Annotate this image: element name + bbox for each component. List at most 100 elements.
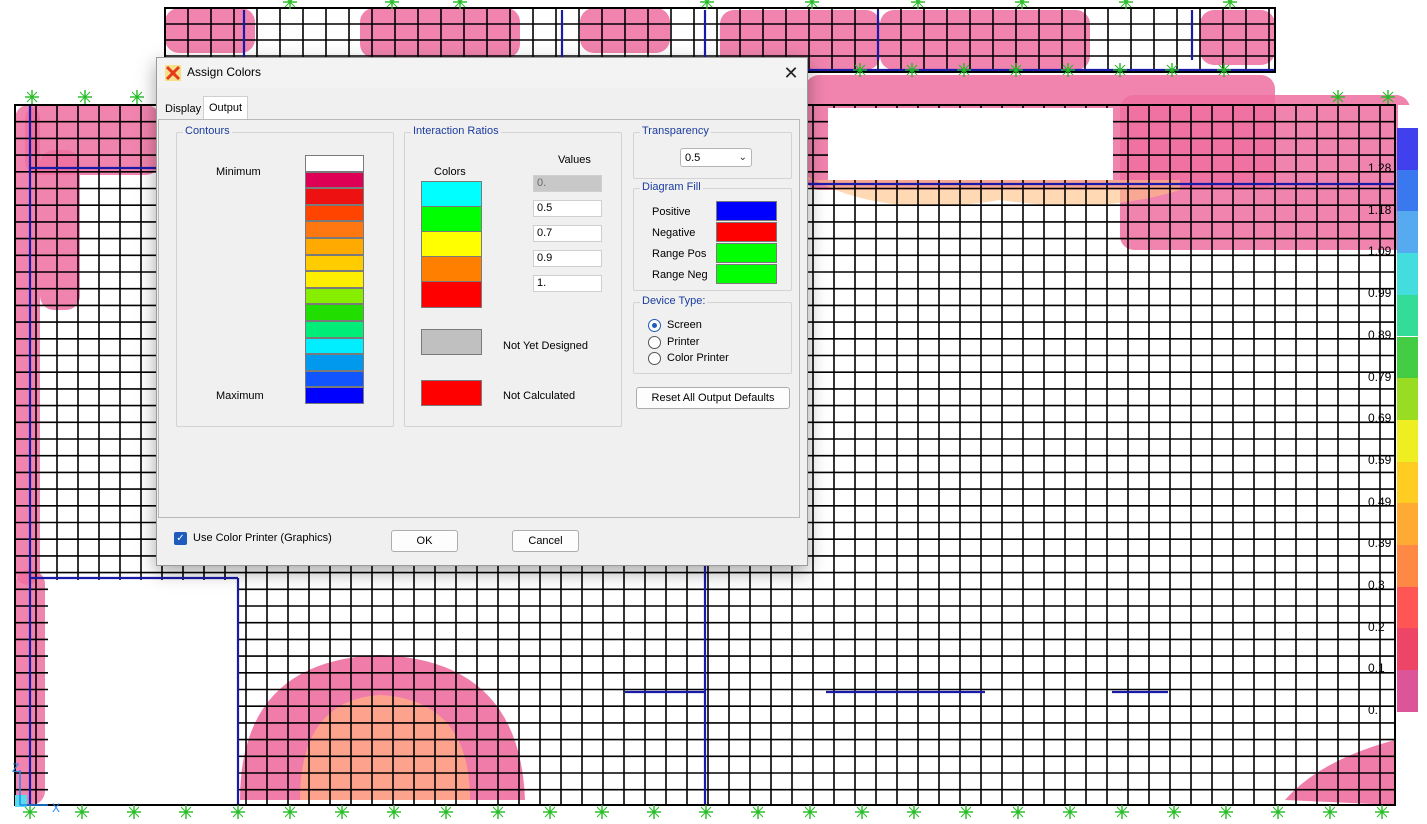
legend-value-label: 0.39	[1368, 536, 1392, 551]
legend-color-band	[1397, 711, 1418, 754]
legend-color-band	[1397, 128, 1418, 170]
legend-value-label: 1.18	[1368, 202, 1392, 217]
diagram-fill-label: Range Neg	[652, 269, 708, 281]
contour-color-swatch[interactable]	[305, 321, 364, 338]
diagram-fill-label: Negative	[652, 227, 696, 239]
diagram-fill-label: Range Pos	[652, 248, 707, 260]
contours-title: Contours	[183, 125, 232, 137]
close-icon[interactable]: ✕	[779, 61, 803, 85]
legend-value-label: 0.79	[1368, 369, 1392, 384]
transparency-value: 0.5	[685, 152, 701, 164]
legend-color-band	[1397, 419, 1418, 462]
diagram-fill-label: Positive	[652, 206, 691, 218]
legend-value-label: 0.89	[1368, 327, 1392, 342]
interaction-color-swatch[interactable]	[421, 206, 482, 233]
contour-color-swatch[interactable]	[305, 254, 364, 272]
interaction-value-field[interactable]: 0.7	[533, 225, 602, 242]
interaction-value-field[interactable]: 0.9	[533, 250, 602, 267]
legend-value-label: 1.09	[1368, 244, 1392, 259]
contours-minimum-label: Minimum	[216, 166, 261, 178]
legend-value-label: 0.1	[1368, 661, 1385, 676]
device-type-radio[interactable]	[648, 319, 661, 332]
legend-color-band	[1397, 336, 1418, 379]
legend-value-label: 0.99	[1368, 286, 1392, 301]
interaction-value-field[interactable]: 1.	[533, 275, 602, 292]
legend-color-band	[1397, 294, 1418, 337]
ok-button[interactable]: OK	[391, 530, 458, 552]
legend-value-label: 0.49	[1368, 494, 1392, 509]
legend-value-label: 0.59	[1368, 452, 1392, 467]
interaction-color-swatch[interactable]	[421, 256, 482, 283]
legend-color-band	[1397, 253, 1418, 295]
device-type-label: Printer	[667, 335, 700, 348]
contour-color-swatch[interactable]	[305, 155, 364, 172]
device-type-radio[interactable]	[648, 335, 661, 349]
diagram-fill-swatch[interactable]	[716, 243, 777, 263]
legend-value-label: 0.3	[1368, 578, 1385, 592]
legend-color-band	[1397, 503, 1418, 545]
legend-color-band	[1397, 378, 1418, 420]
output-tab-panel: Contours Minimum Maximum Interaction Rat…	[158, 119, 800, 518]
interaction-color-swatch[interactable]	[421, 231, 482, 258]
device-type-title: Device Type:	[640, 295, 708, 307]
contour-color-swatch[interactable]	[305, 287, 364, 305]
contours-maximum-label: Maximum	[216, 390, 264, 402]
interaction-value-field: 0.	[533, 175, 602, 192]
transparency-group: Transparency 0.5 ⌄	[633, 125, 792, 179]
device-type-label: Screen	[667, 319, 702, 331]
interaction-color-swatch[interactable]	[421, 281, 482, 308]
transparency-title: Transparency	[640, 125, 711, 137]
interaction-color-swatch[interactable]	[421, 181, 482, 208]
contour-color-swatch[interactable]	[305, 188, 364, 205]
not-yet-designed-label: Not Yet Designed	[503, 340, 589, 352]
legend-color-band	[1397, 461, 1418, 504]
legend-value-label: 0.2	[1368, 619, 1385, 634]
contour-color-swatch[interactable]	[305, 337, 364, 355]
legend-value-label: 1.28	[1368, 161, 1392, 175]
assign-colors-dialog: Assign Colors ✕ Display Output Contours …	[156, 57, 808, 566]
axis-x-label: X	[52, 801, 60, 815]
contour-color-swatch[interactable]	[305, 370, 364, 388]
interaction-ratios-title: Interaction Ratios	[411, 125, 501, 137]
device-type-label: Color Printer	[667, 352, 729, 364]
contours-group: Contours Minimum Maximum	[176, 125, 394, 427]
contour-color-swatch[interactable]	[305, 304, 364, 321]
not-calculated-label: Not Calculated	[503, 390, 576, 402]
use-color-printer-label: Use Color Printer (Graphics)	[193, 532, 332, 544]
contour-color-swatch[interactable]	[305, 204, 364, 222]
device-type-radio[interactable]	[648, 352, 661, 365]
diagram-fill-swatch[interactable]	[716, 201, 777, 221]
legend-color-band	[1397, 670, 1418, 712]
contour-color-swatch[interactable]	[305, 221, 364, 238]
legend-value-label: 0.69	[1368, 411, 1392, 426]
tab-output[interactable]: Output	[203, 96, 249, 121]
contour-color-swatch[interactable]	[305, 354, 364, 371]
axis-z-label: Z	[12, 761, 19, 775]
tab-display[interactable]: Display	[160, 98, 206, 120]
not-yet-designed-swatch[interactable]	[421, 329, 482, 355]
device-type-group: Device Type: Screen Printer Color Printer	[633, 295, 792, 374]
use-color-printer-checkbox[interactable]: ✓	[174, 532, 187, 545]
colors-header: Colors	[434, 166, 466, 178]
legend-value-label: 0.	[1368, 703, 1379, 718]
dialog-title-bar[interactable]: Assign Colors ✕	[157, 58, 807, 88]
contour-color-swatch[interactable]	[305, 387, 364, 404]
reset-output-defaults-button[interactable]: Reset All Output Defaults	[636, 387, 790, 409]
values-header: Values	[558, 154, 591, 166]
diagram-fill-group: Diagram Fill Positive Negative Range Pos Ra…	[633, 181, 792, 291]
legend-color-band	[1397, 545, 1418, 587]
dialog-title: Assign Colors	[187, 65, 262, 79]
contour-color-swatch[interactable]	[305, 171, 364, 189]
cancel-button[interactable]: Cancel	[512, 530, 579, 552]
interaction-value-field[interactable]: 0.5	[533, 200, 602, 217]
contour-color-swatch[interactable]	[305, 238, 364, 255]
legend-color-band	[1397, 211, 1418, 254]
contour-color-swatch[interactable]	[305, 271, 364, 288]
app-icon	[165, 65, 181, 81]
diagram-fill-swatch[interactable]	[716, 222, 777, 242]
not-calculated-swatch[interactable]	[421, 380, 482, 406]
interaction-ratios-group: Interaction Ratios Colors Values 0. 0.5 0.…	[404, 125, 622, 427]
diagram-fill-swatch[interactable]	[716, 264, 777, 284]
chevron-down-icon: ⌄	[738, 152, 747, 163]
transparency-dropdown[interactable]: 0.5 ⌄	[680, 148, 752, 167]
